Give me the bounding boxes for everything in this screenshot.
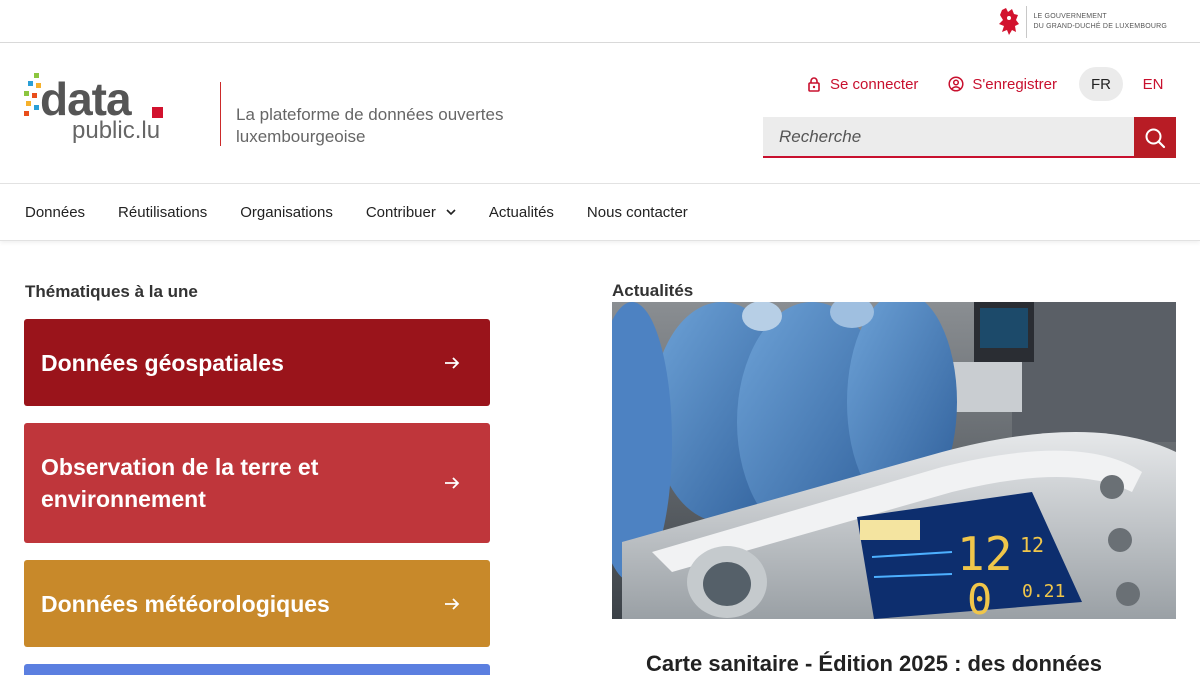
theme-card-label: Données géospatiales <box>41 349 284 376</box>
top-links: Se connecter S'enregistrer FR EN <box>806 67 1175 101</box>
government-separator <box>1026 6 1028 38</box>
search-button[interactable] <box>1134 117 1176 158</box>
main-nav: Données Réutilisations Organisations Con… <box>0 184 1200 241</box>
news-headline[interactable]: Carte sanitaire - Édition 2025 : des don… <box>646 651 1102 675</box>
register-label: S'enregistrer <box>972 75 1057 93</box>
header-separator <box>220 82 221 146</box>
logo-pixel <box>32 93 37 98</box>
site-header: data public.lu La plateforme de données … <box>0 43 1200 184</box>
news-title: Actualités <box>612 281 694 300</box>
user-circle-icon <box>948 76 964 92</box>
nav-donnees[interactable]: Données <box>25 204 85 221</box>
svg-text:0.21: 0.21 <box>1022 581 1065 602</box>
news-image[interactable]: 12 12 0 0.21 <box>612 302 1176 619</box>
theme-card-earth-observation[interactable]: Observation de la terre et environnement <box>24 423 490 543</box>
theme-card-meteorological[interactable]: Données météorologiques <box>24 560 490 647</box>
government-text: LE GOUVERNEMENT DU GRAND-DUCHÉ DE LUXEMB… <box>1033 12 1167 32</box>
login-link[interactable]: Se connecter <box>806 76 918 93</box>
theme-card-label: Observation de la terre et environnement <box>41 454 319 512</box>
lion-icon <box>999 8 1020 35</box>
logo-pixel <box>34 105 39 110</box>
theme-card-geospatial[interactable]: Données géospatiales <box>24 319 490 406</box>
site-tagline: La plateforme de données ouvertes luxemb… <box>236 105 504 146</box>
nav-organisations[interactable]: Organisations <box>240 204 333 221</box>
arrow-right-icon <box>445 597 460 610</box>
nav-contact[interactable]: Nous contacter <box>587 204 688 221</box>
logo-sub: public.lu <box>72 117 161 144</box>
government-bar: LE GOUVERNEMENT DU GRAND-DUCHÉ DE LUXEMB… <box>0 0 1200 43</box>
arrow-right-icon <box>445 356 460 369</box>
nav-actualites[interactable]: Actualités <box>489 204 554 221</box>
search-input[interactable] <box>763 117 1134 158</box>
arrow-right-icon <box>445 477 460 489</box>
logo-pixel <box>24 111 29 116</box>
government-line-2: DU GRAND-DUCHÉ DE LUXEMBOURG <box>1033 23 1167 30</box>
nav-reutilisations[interactable]: Réutilisations <box>118 204 207 221</box>
theme-card-label: Données météorologiques <box>41 590 330 617</box>
svg-text:12: 12 <box>957 527 1012 581</box>
search-icon <box>1145 128 1166 148</box>
svg-text:12: 12 <box>1020 533 1044 557</box>
government-logo[interactable]: LE GOUVERNEMENT DU GRAND-DUCHÉ DE LUXEMB… <box>996 6 1167 38</box>
logo-pixel <box>24 91 29 96</box>
logo-pixel <box>28 81 33 86</box>
svg-text:0: 0 <box>967 575 992 619</box>
search-bar <box>763 117 1176 158</box>
language-fr[interactable]: FR <box>1079 67 1123 101</box>
hospital-photo: 12 12 0 0.21 <box>612 302 1176 619</box>
chevron-down-icon <box>446 208 456 215</box>
government-line-1: LE GOUVERNEMENT <box>1033 13 1107 20</box>
theme-card-partial[interactable] <box>24 664 490 675</box>
login-label: Se connecter <box>830 75 919 93</box>
register-link[interactable]: S'enregistrer <box>948 76 1057 93</box>
themes-title: Thématiques à la une <box>25 282 198 301</box>
nav-contribuer-label: Contribuer <box>365 203 436 221</box>
logo-pixel <box>34 73 39 78</box>
site-logo[interactable]: data public.lu <box>24 71 174 151</box>
language-en[interactable]: EN <box>1131 67 1175 101</box>
lock-icon <box>808 77 820 92</box>
logo-pixel <box>26 101 31 106</box>
nav-contribuer[interactable]: Contribuer <box>366 204 456 221</box>
